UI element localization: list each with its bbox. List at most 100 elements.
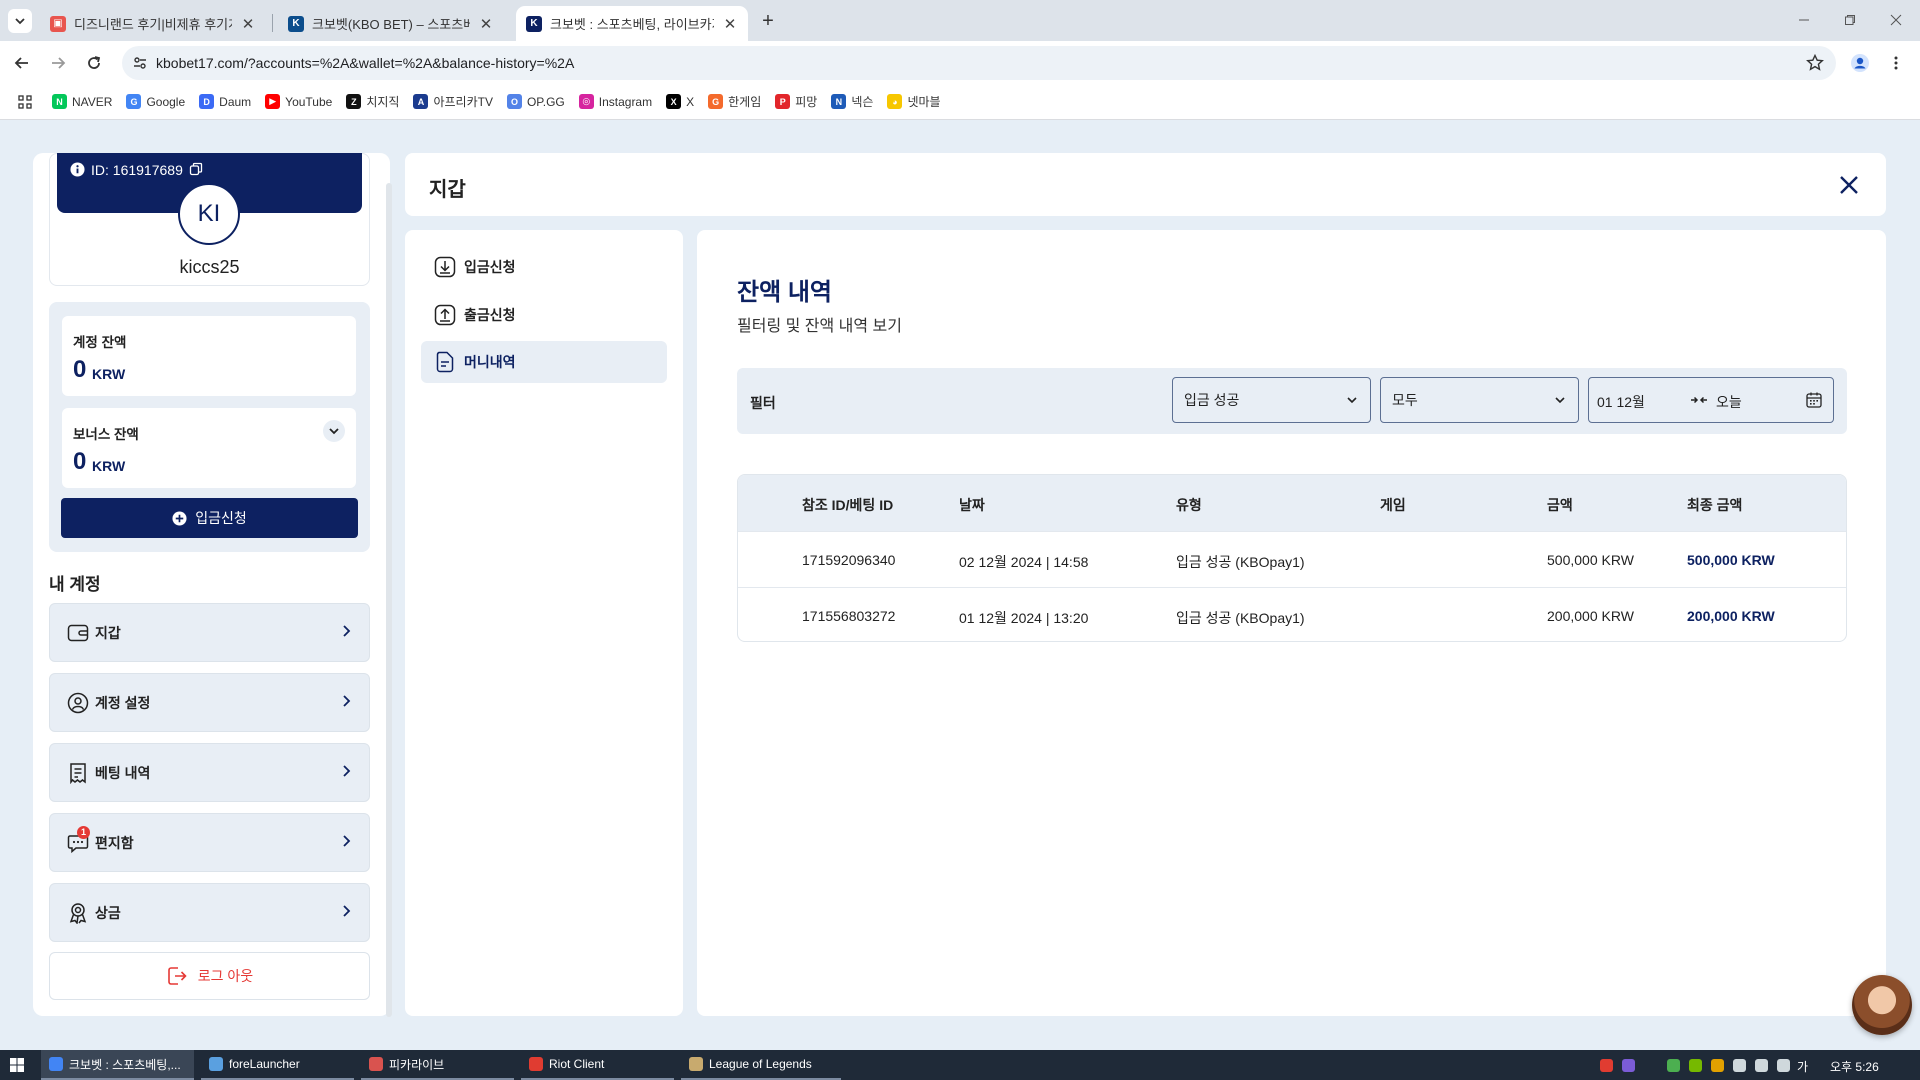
tab-close-icon[interactable]: ✕ xyxy=(722,15,738,33)
windows-taskbar: 크보벳 : 스포츠베팅,... foreLauncher 피카라이브 Riot … xyxy=(0,1050,1920,1080)
plus-circle-icon xyxy=(172,510,187,526)
close-icon[interactable] xyxy=(1837,173,1861,197)
date-range-picker[interactable]: 01 12월 오늘 xyxy=(1588,377,1834,423)
tray-app-icon[interactable] xyxy=(1600,1058,1613,1072)
scope-filter-select[interactable]: 모두 xyxy=(1380,377,1579,423)
cell-type: 입금 성공 (KBOpay1) xyxy=(1176,610,1305,626)
chevron-right-icon xyxy=(343,625,351,637)
chevron-right-icon xyxy=(343,835,351,847)
taskbar-league-of-legends[interactable]: League of Legends xyxy=(681,1050,841,1080)
bookmark-naver[interactable]: N NAVER xyxy=(52,94,112,109)
account-item-bet-history[interactable]: 베팅 내역 xyxy=(49,743,370,802)
daum-icon: D xyxy=(199,94,215,109)
tab-kbobet-active[interactable]: K 크보벳 : 스포츠베팅, 라이브카지 ✕ xyxy=(516,6,748,41)
logout-button[interactable]: 로그 아웃 xyxy=(49,952,370,1000)
ime-indicator[interactable]: 가 xyxy=(1797,1058,1808,1075)
deposit-button[interactable]: 입금신청 xyxy=(61,498,358,538)
wallet-menu-money-history[interactable]: 머니내역 xyxy=(421,341,667,383)
x-icon: X xyxy=(666,94,682,109)
taskbar-pikalive[interactable]: 피카라이브 xyxy=(361,1050,514,1080)
taskbar-riot-client[interactable]: Riot Client xyxy=(521,1050,674,1080)
forward-button[interactable] xyxy=(46,51,70,75)
taskbar-forelauncher[interactable]: foreLauncher xyxy=(201,1050,354,1080)
bookmark-afreecatv[interactable]: A 아프리카TV xyxy=(413,93,493,110)
bookmark-x[interactable]: XX xyxy=(666,94,694,109)
chevron-right-icon xyxy=(343,695,351,707)
star-icon xyxy=(1806,54,1824,71)
account-item-wallet[interactable]: 지갑 xyxy=(49,603,370,662)
bookmark-opgg[interactable]: O OP.GG xyxy=(506,94,565,109)
bookmark-chzzk[interactable]: Z 치지직 xyxy=(346,93,399,110)
tab-search-button[interactable] xyxy=(8,9,32,33)
chevron-down-icon xyxy=(1347,397,1357,404)
url-text[interactable]: kbobet17.com/?accounts=%2A&wallet=%2A&ba… xyxy=(156,55,574,71)
download-icon xyxy=(434,256,456,278)
date-to[interactable]: 오늘 xyxy=(1716,392,1742,412)
cell-final-amount: 500,000 KRW xyxy=(1687,552,1775,568)
column-header-ref-id: 참조 ID/베팅 ID xyxy=(802,497,894,513)
copy-icon[interactable] xyxy=(189,162,203,176)
live-chat-avatar[interactable] xyxy=(1852,975,1912,1035)
bookmark-google[interactable]: G Google xyxy=(126,94,185,109)
message-icon: 1 xyxy=(67,825,90,854)
address-bar[interactable]: kbobet17.com/?accounts=%2A&wallet=%2A&ba… xyxy=(122,46,1836,80)
table-row: 171556803272 01 12월 2024 | 13:20 입금 성공 (… xyxy=(738,587,1846,641)
user-settings-icon xyxy=(67,692,89,713)
column-header-game: 게임 xyxy=(1380,497,1406,513)
profile-button[interactable] xyxy=(1848,51,1872,75)
new-tab-button[interactable]: + xyxy=(756,9,780,33)
tab-title: 디즈니랜드 후기|비제휴 후기게 xyxy=(74,17,232,32)
back-button[interactable] xyxy=(10,51,34,75)
restore-icon xyxy=(1845,15,1855,25)
bookmark-netmarble[interactable]: ◕ 넷마블 xyxy=(887,93,941,110)
tab-kbobet-1[interactable]: K 크보벳(KBO BET) – 스포츠베팅 ✕ xyxy=(278,6,504,41)
bookmark-hangame[interactable]: G 한게임 xyxy=(708,93,761,110)
tray-network-icon[interactable] xyxy=(1755,1058,1768,1072)
tray-g-icon[interactable] xyxy=(1733,1058,1746,1072)
logout-label: 로그 아웃 xyxy=(197,968,254,984)
tray-discord-icon[interactable] xyxy=(1622,1058,1635,1072)
wallet-menu-deposit[interactable]: 입금신청 xyxy=(421,246,667,288)
window-close-button[interactable] xyxy=(1880,8,1912,32)
tray-speaker-icon[interactable] xyxy=(1711,1058,1724,1072)
restore-button[interactable] xyxy=(1834,8,1866,32)
tab-close-icon[interactable]: ✕ xyxy=(478,15,494,33)
account-item-prize[interactable]: 상금 xyxy=(49,883,370,942)
minimize-button[interactable] xyxy=(1788,8,1820,32)
taskbar-clock[interactable]: 오후 5:26 xyxy=(1830,1058,1879,1075)
account-item-inbox[interactable]: 1 편지함 xyxy=(49,813,370,872)
bookmark-pmang[interactable]: P 피망 xyxy=(775,93,817,110)
filter-label: 필터 xyxy=(750,395,776,411)
reload-button[interactable] xyxy=(82,51,106,75)
taskbar-chrome[interactable]: 크보벳 : 스포츠베팅,... xyxy=(41,1050,194,1080)
windows-icon xyxy=(10,1058,24,1072)
nexon-icon: N xyxy=(831,94,847,109)
tab-disneyland[interactable]: ▣ 디즈니랜드 후기|비제휴 후기게 ✕ xyxy=(40,6,266,41)
instagram-icon: ◎ xyxy=(578,94,594,109)
bookmark-nexon[interactable]: N 넥슨 xyxy=(831,93,873,110)
filter-bar: 필터 입금 성공 모두 01 12월 오늘 xyxy=(737,368,1847,434)
cell-type: 입금 성공 (KBOpay1) xyxy=(1176,554,1305,570)
start-button[interactable] xyxy=(10,1058,24,1072)
netmarble-icon: ◕ xyxy=(887,94,903,109)
tray-shield-icon[interactable] xyxy=(1667,1058,1680,1072)
type-filter-select[interactable]: 입금 성공 xyxy=(1172,377,1371,423)
calendar-icon xyxy=(1806,392,1822,408)
date-from[interactable]: 01 12월 xyxy=(1597,392,1645,412)
sidebar-scrollbar[interactable] xyxy=(386,183,392,1017)
tab-close-icon[interactable]: ✕ xyxy=(240,15,256,33)
cell-amount: 200,000 KRW xyxy=(1547,608,1634,624)
document-icon xyxy=(436,351,454,373)
wallet-menu-withdraw[interactable]: 출금신청 xyxy=(421,294,667,336)
account-item-settings[interactable]: 계정 설정 xyxy=(49,673,370,732)
info-icon xyxy=(70,162,85,177)
apps-button[interactable] xyxy=(18,94,32,109)
hangame-icon: G xyxy=(708,94,724,109)
browser-menu-button[interactable] xyxy=(1884,51,1908,75)
bookmark-daum[interactable]: D Daum xyxy=(199,94,251,109)
tray-volume-icon[interactable] xyxy=(1777,1058,1790,1072)
tray-nvidia-icon[interactable] xyxy=(1689,1058,1702,1072)
bookmark-youtube[interactable]: ▶ YouTube xyxy=(265,94,332,109)
bookmark-instagram[interactable]: ◎ Instagram xyxy=(578,94,652,109)
bonus-expand-button[interactable] xyxy=(323,420,345,442)
